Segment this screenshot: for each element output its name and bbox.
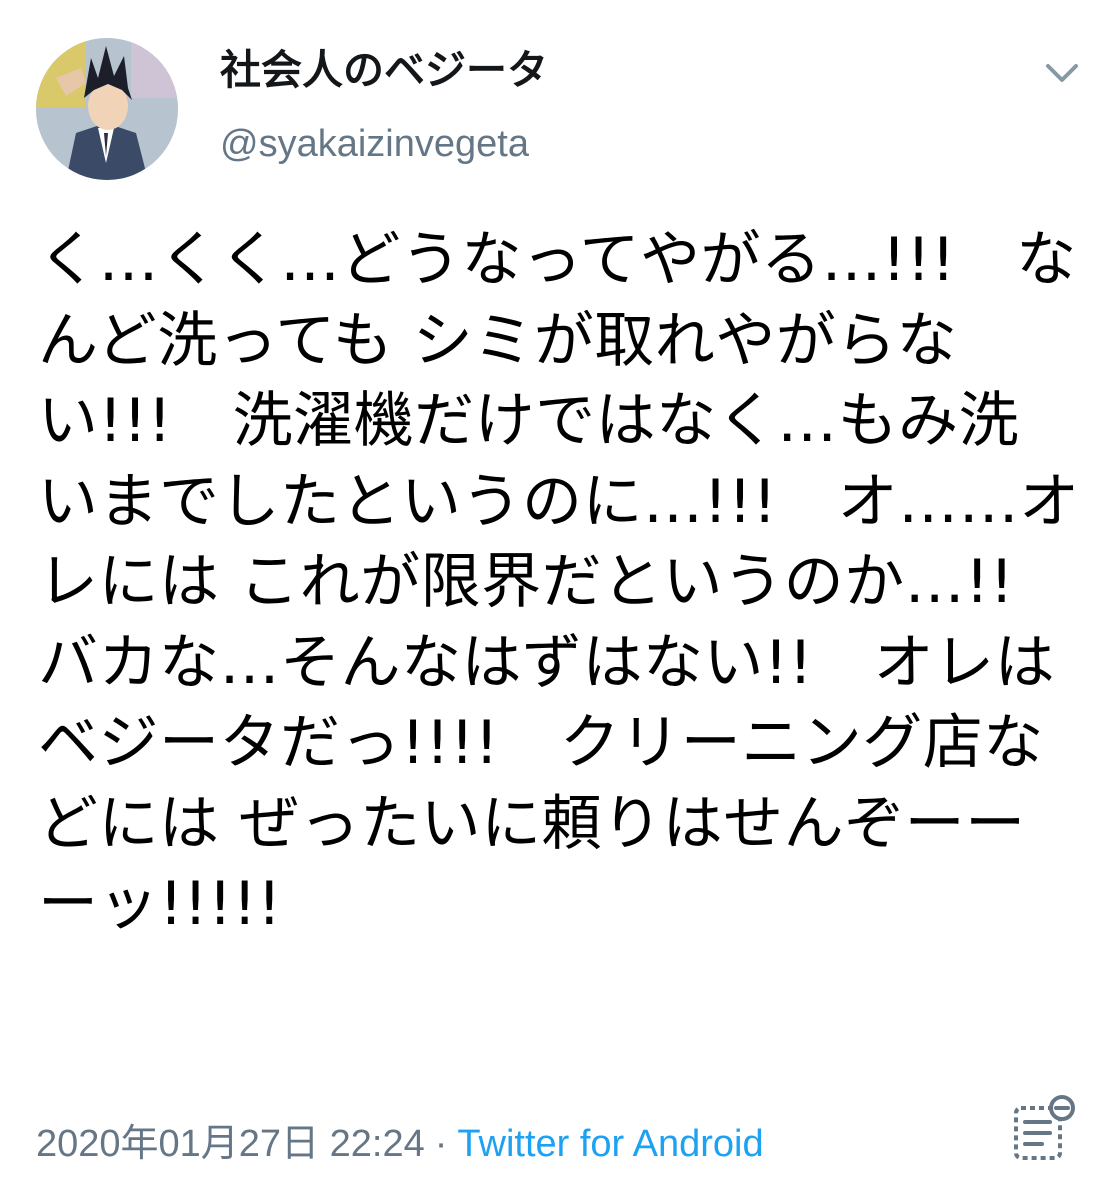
tweet-activity-icon[interactable] — [1010, 1094, 1080, 1164]
tweet-text-line: レには これが限界だというのか…!! — [38, 547, 1015, 617]
tweet-card: 社会人のベジータ @syakaizinvegeta く…くく…どうなってやがる…… — [0, 0, 1112, 1200]
tweet-text-line: い!!! 洗濯機だけではなく…もみ洗 — [38, 386, 1020, 456]
user-handle[interactable]: @syakaizinvegeta — [220, 118, 529, 170]
tweet-text-line: く…くく…どうなってやがる…!!! な — [38, 225, 1077, 295]
tweet-text-line: ーッ!!!!! — [38, 869, 282, 939]
avatar-illustration — [36, 38, 178, 180]
tweet-text-line: ベジータだっ!!!! クリーニング店な — [38, 708, 1044, 778]
display-name[interactable]: 社会人のベジータ — [220, 42, 548, 98]
tweet-text: く…くく…どうなってやがる…!!! な んど洗っても シミが取れやがらな い!!… — [38, 220, 1080, 945]
chevron-down-icon[interactable] — [1040, 50, 1084, 94]
tweet-text-line: んど洗っても シミが取れやがらな — [38, 305, 958, 376]
tweet-text-line: いまでしたというのに…!!! オ……オ — [38, 466, 1080, 537]
tweet-text-line: どには ぜったいに頼りはせんぞーー — [38, 788, 1026, 859]
meta-separator: · — [434, 1123, 448, 1165]
tweet-meta: 2020年01月27日 22:24 · Twitter for Android — [36, 1118, 764, 1170]
avatar[interactable] — [36, 38, 178, 180]
timestamp[interactable]: 2020年01月27日 22:24 — [36, 1123, 425, 1165]
tweet-text-line: バカな…そんなはずはない!! オレは — [38, 627, 1056, 698]
source-link[interactable]: Twitter for Android — [457, 1123, 763, 1165]
